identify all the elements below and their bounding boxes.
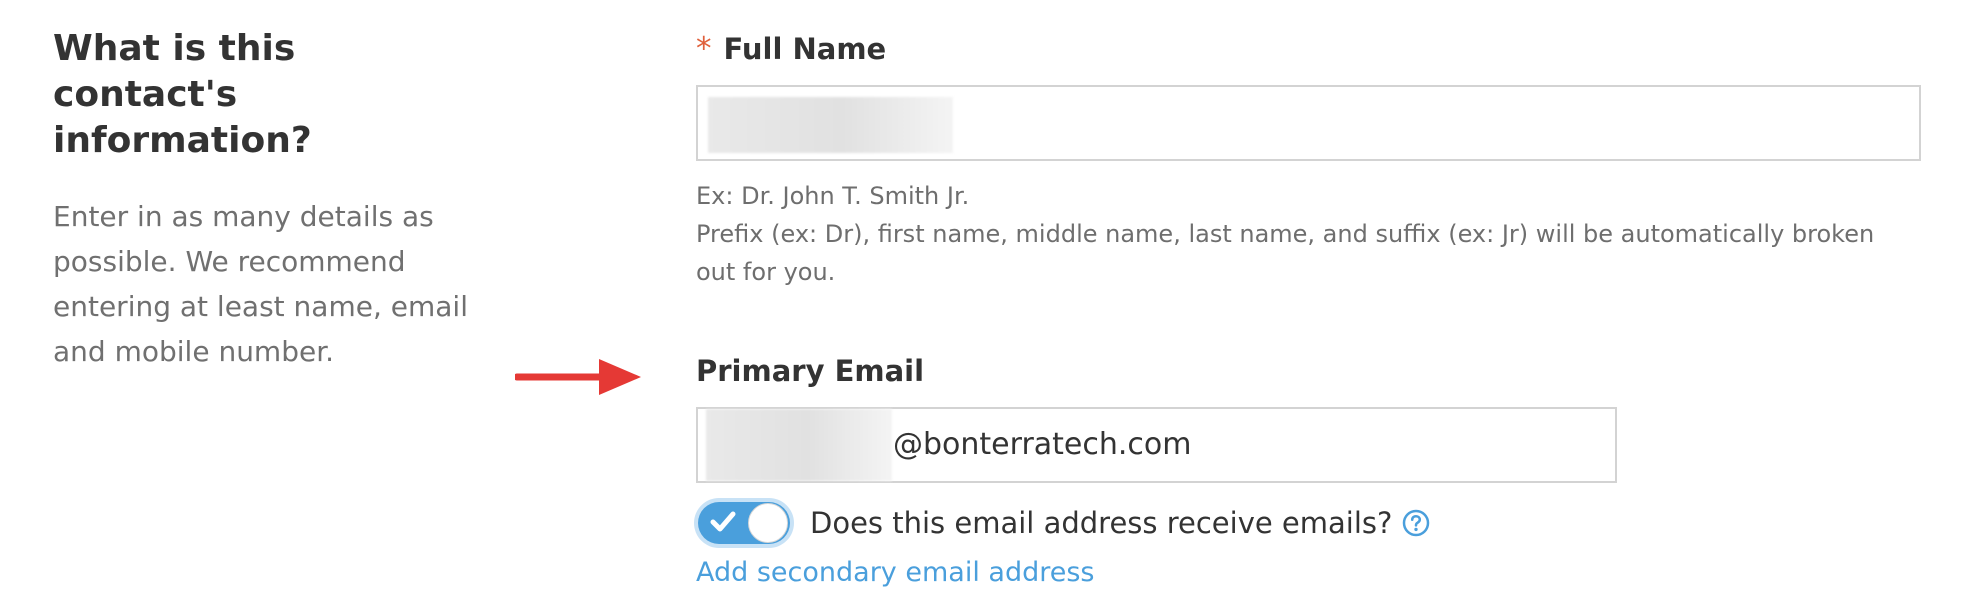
add-secondary-email-link[interactable]: Add secondary email address [696,557,1921,588]
section-title: What is this contact's information? [53,28,312,161]
primary-email-section: Primary Email @bonterratech.com Does thi… [696,348,1921,588]
full-name-hint-detail: Prefix (ex: Dr), first name, middle name… [696,220,1875,286]
required-marker: * [696,31,712,67]
red-arrow-right-icon [515,359,641,395]
full-name-label-row: * Full Name [696,26,1921,72]
receive-emails-label: Does this email address receive emails? [810,506,1393,540]
receive-emails-row: Does this email address receive emails? [696,497,1921,549]
receive-emails-toggle[interactable] [698,502,790,544]
primary-email-input[interactable]: @bonterratech.com [696,407,1617,483]
full-name-input[interactable] [696,85,1921,161]
section-description: Enter in as many details as possible. We… [53,200,468,368]
full-name-hint-example: Ex: Dr. John T. Smith Jr. [696,182,970,210]
email-domain-text: @bonterratech.com [893,427,1192,462]
toggle-knob [748,503,788,543]
contact-form: * Full Name Ex: Dr. John T. Smith Jr. Pr… [696,26,1921,588]
contact-info-page: What is this contact's information? Ente… [0,0,1970,595]
full-name-label: Full Name [723,32,887,66]
section-intro: What is this contact's information? Ente… [53,26,483,374]
redacted-value [708,97,953,153]
primary-email-label: Primary Email [696,354,925,388]
full-name-hint: Ex: Dr. John T. Smith Jr. Prefix (ex: Dr… [696,177,1921,291]
redacted-value [706,409,892,481]
check-icon [710,511,736,532]
question-circle-icon[interactable] [1402,509,1430,537]
